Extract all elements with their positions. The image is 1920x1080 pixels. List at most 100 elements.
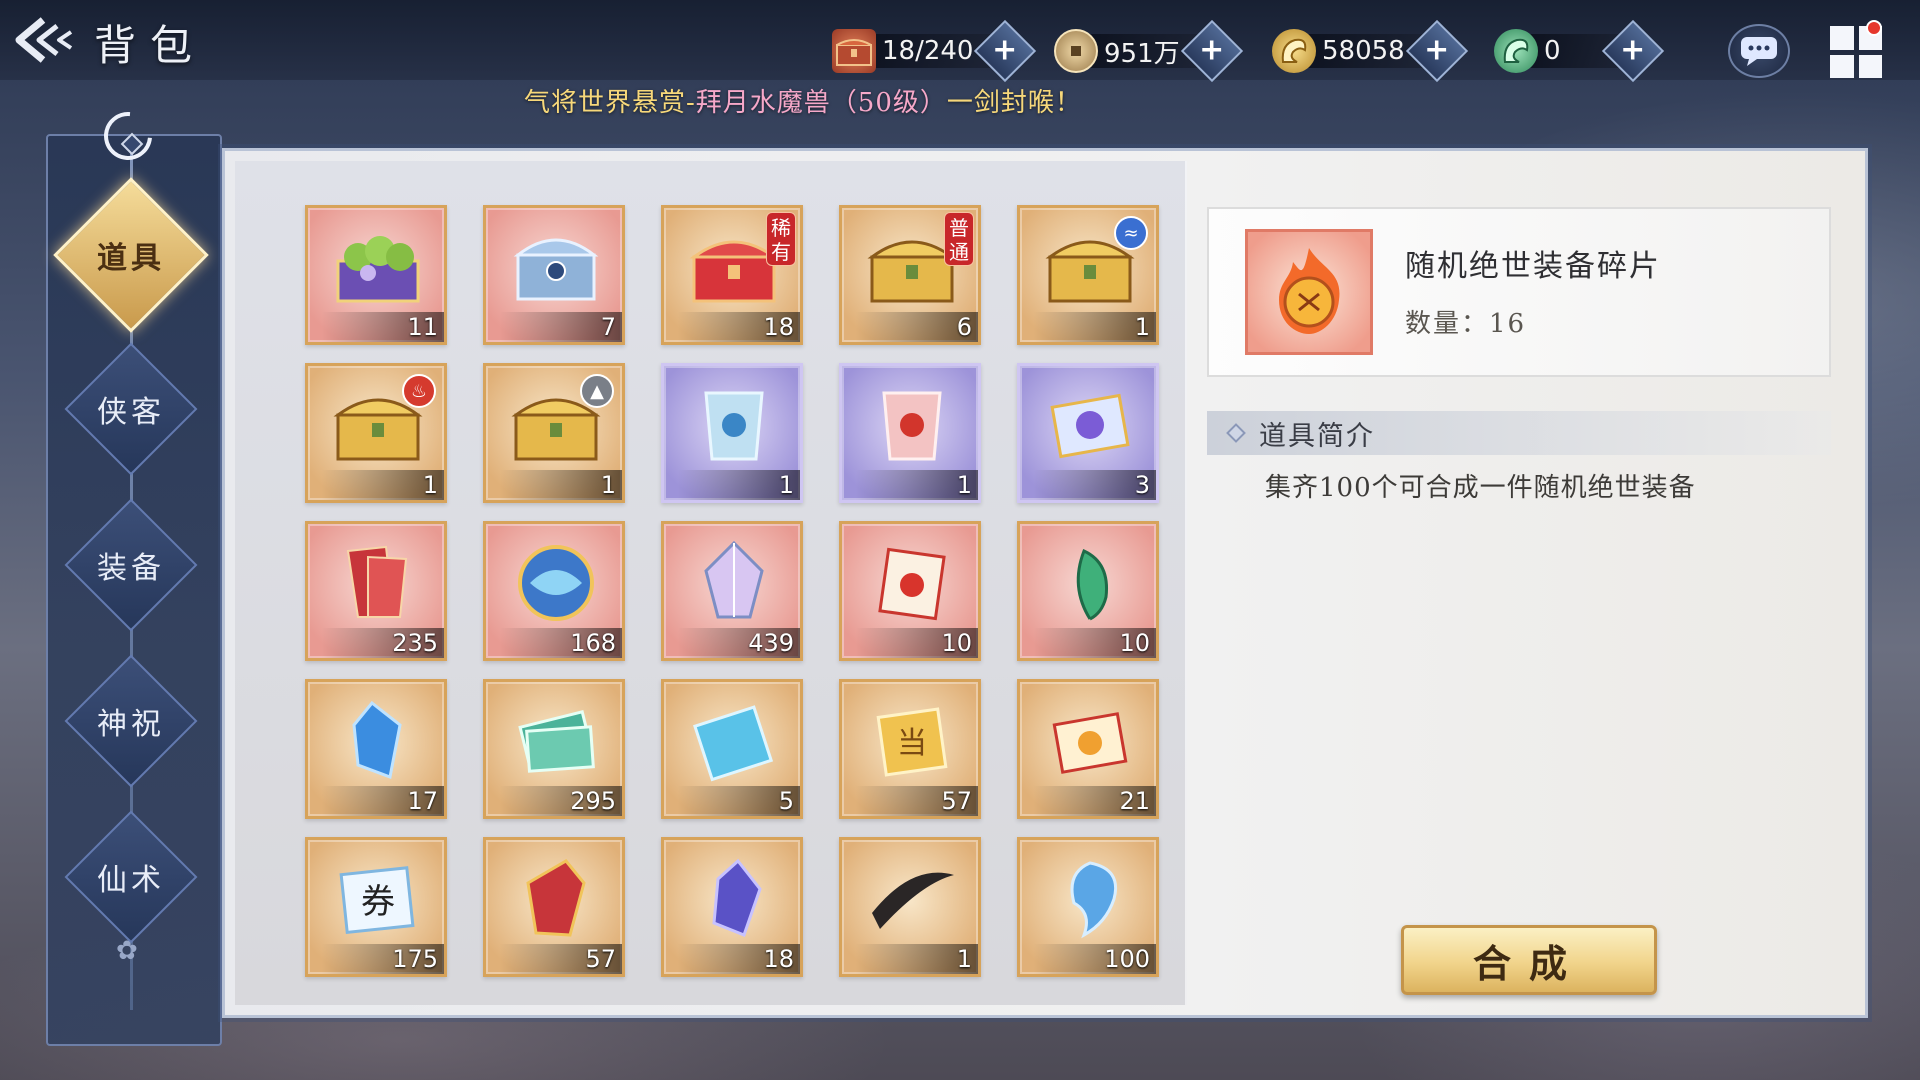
spirit-orb-icon (504, 534, 608, 630)
blue-spirit-icon (1038, 850, 1142, 946)
inventory-slot[interactable]: 11 (305, 205, 447, 345)
red-fan-cards-icon (326, 534, 430, 630)
menu-grid-icon (1830, 26, 1854, 50)
equipment-fragment-icon (1245, 229, 1373, 355)
svg-text:券: 券 (361, 882, 395, 922)
add-bag-capacity-button[interactable]: + (974, 19, 1037, 83)
inventory-slot[interactable]: 券 175 (305, 837, 447, 977)
element-badge-icon: ≈ (1114, 216, 1148, 250)
purple-scroll-icon (1038, 376, 1142, 472)
resource-gold: 58058 + (1272, 19, 1468, 83)
item-count: 1 (842, 944, 978, 974)
inventory-slot[interactable]: 1 (839, 363, 981, 503)
inventory-slot[interactable]: 5 (661, 679, 803, 819)
inventory-slot[interactable]: 21 (1017, 679, 1159, 819)
violet-gem-icon (682, 850, 786, 946)
item-count: 1 (842, 470, 978, 500)
item-count: 1 (486, 470, 622, 500)
item-count: 168 (486, 628, 622, 658)
item-grid: 11 7 稀有 18 普通 6 ≈1 ♨ 1 ▲ 1 1 1 3 235 168 439 10 10 17 295 5 当 5… (235, 161, 1187, 1005)
blue-talisman-icon (682, 376, 786, 472)
chest-icon (832, 29, 876, 73)
world-bounty-marquee: 气将世界悬赏-拜月水魔兽（50级）一剑封喉！ (524, 88, 1082, 118)
inventory-slot[interactable]: ▲ 1 (483, 363, 625, 503)
item-count: 57 (486, 944, 622, 974)
red-scroll-icon (860, 534, 964, 630)
item-count: 295 (486, 786, 622, 816)
item-count: 21 (1020, 786, 1156, 816)
add-copper-button[interactable]: + (1180, 19, 1243, 83)
inventory-slot[interactable]: 10 (1017, 521, 1159, 661)
voucher-icon: 券 (326, 850, 430, 946)
inventory-slot[interactable]: ≈1 (1017, 205, 1159, 345)
gold-dragon-icon (1272, 29, 1316, 73)
inventory-slot[interactable]: 3 (1017, 363, 1159, 503)
inventory-slot[interactable]: 当 57 (839, 679, 981, 819)
inventory-slot[interactable]: 7 (483, 205, 625, 345)
notification-dot (1866, 20, 1882, 36)
inventory-slot[interactable]: 1 (661, 363, 803, 503)
gold-ticket-icon: 当 (860, 692, 964, 788)
inventory-slot[interactable]: 稀有 18 (661, 205, 803, 345)
inventory-slot[interactable]: 17 (305, 679, 447, 819)
inventory-slot[interactable]: 57 (483, 837, 625, 977)
item-count: 1 (1020, 312, 1156, 342)
item-quantity: 数量：16 (1405, 309, 1527, 339)
item-intro-label: 道具简介 (1259, 420, 1375, 452)
element-badge-icon: ♨ (402, 374, 436, 408)
jade-herb-icon (1038, 534, 1142, 630)
inventory-slot[interactable]: 10 (839, 521, 981, 661)
item-count: 3 (1020, 470, 1156, 500)
crystal-ore-icon (682, 534, 786, 630)
compose-button[interactable]: 合成 (1401, 925, 1657, 995)
inventory-slot[interactable]: 168 (483, 521, 625, 661)
rarity-tag: 稀有 (766, 212, 796, 266)
inventory-slot[interactable]: 普通 6 (839, 205, 981, 345)
resource-copper: 951万 + (1054, 19, 1243, 83)
inventory-slot[interactable]: 18 (661, 837, 803, 977)
item-count: 1 (308, 470, 444, 500)
jade-notes-icon (504, 692, 608, 788)
item-count: 6 (842, 312, 978, 342)
resource-bag-capacity: 18/240 + (832, 19, 1037, 83)
inventory-slot[interactable]: 235 (305, 521, 447, 661)
item-detail-card: 随机绝世装备碎片 数量：16 (1207, 207, 1831, 377)
bag-capacity-value: 18/240 (882, 36, 974, 66)
rarity-tag: 普通 (944, 212, 974, 266)
chat-icon (1741, 37, 1777, 66)
back-arrow-icon (15, 17, 73, 63)
inventory-slot[interactable]: 100 (1017, 837, 1159, 977)
lotus-ornament-icon: ✿ (116, 936, 138, 966)
item-count: 235 (308, 628, 444, 658)
inventory-slot[interactable]: 295 (483, 679, 625, 819)
resource-jade: 0 + (1494, 19, 1664, 83)
item-count: 5 (664, 786, 800, 816)
inventory-slot[interactable]: 1 (839, 837, 981, 977)
add-jade-button[interactable]: + (1601, 19, 1664, 83)
copper-value: 951万 (1104, 38, 1180, 69)
svg-text:当: 当 (897, 726, 927, 761)
add-gold-button[interactable]: + (1405, 19, 1468, 83)
gold-scroll-icon (1038, 692, 1142, 788)
chat-button[interactable] (1728, 24, 1790, 78)
item-count: 18 (664, 312, 800, 342)
item-count: 175 (308, 944, 444, 974)
inventory-slot[interactable]: ♨ 1 (305, 363, 447, 503)
item-count: 7 (486, 312, 622, 342)
item-count: 18 (664, 944, 800, 974)
element-badge-icon: ▲ (580, 374, 614, 408)
back-button[interactable] (10, 12, 80, 68)
item-count: 439 (664, 628, 800, 658)
red-talisman-icon (860, 376, 964, 472)
item-count: 17 (308, 786, 444, 816)
jade-value: 0 (1544, 36, 1561, 66)
inventory-panel: 11 7 稀有 18 普通 6 ≈1 ♨ 1 ▲ 1 1 1 3 235 168 439 10 10 17 295 5 当 5… (222, 148, 1868, 1018)
jade-dragon-icon (1494, 29, 1538, 73)
blue-crystal-shard-icon (326, 692, 430, 788)
page-title: 背包 (94, 21, 207, 70)
item-count: 10 (842, 628, 978, 658)
inventory-slot[interactable]: 439 (661, 521, 803, 661)
item-intro-text: 集齐100个可合成一件随机绝世装备 (1265, 473, 1696, 503)
item-count: 11 (308, 312, 444, 342)
item-count: 57 (842, 786, 978, 816)
